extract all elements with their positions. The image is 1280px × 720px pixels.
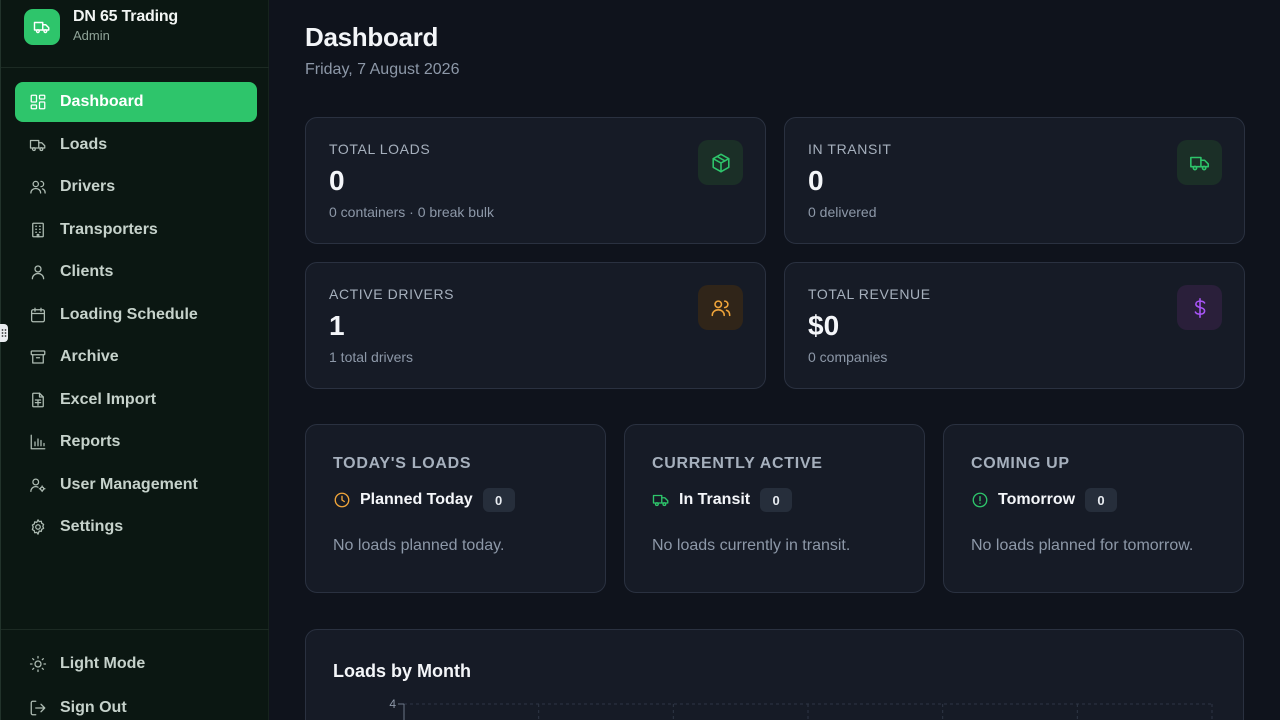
page-title: Dashboard — [305, 22, 439, 52]
stat-card-active-drivers: Active Drivers 1 1 total drivers — [305, 262, 766, 389]
panel-title: Coming Up — [971, 455, 1070, 472]
panel-summary-row: Planned Today 0 — [333, 488, 515, 512]
gear-icon — [31, 519, 45, 535]
panel-title: Currently Active — [652, 455, 823, 472]
sign-out-label: Sign Out — [60, 699, 127, 716]
brand-name: DN 65 Trading — [73, 8, 178, 25]
stat-icon-box — [1177, 285, 1222, 330]
panel-row-label: In Transit — [679, 491, 751, 508]
sidebar-item-label: Reports — [60, 433, 121, 450]
sidebar-item-drivers[interactable]: Drivers — [15, 167, 257, 207]
bar-chart-icon — [30, 434, 46, 450]
archive-icon — [30, 350, 46, 364]
loads-by-month-chart: 4 — [389, 697, 1213, 720]
chart-y-tick-label: 4 — [389, 697, 396, 711]
sidebar-item-settings[interactable]: Settings — [15, 507, 257, 547]
stat-label: Active Drivers — [329, 286, 455, 302]
sun-icon — [29, 655, 47, 673]
users-icon — [711, 299, 730, 316]
sidebar-item-loading-schedule[interactable]: Loading Schedule — [15, 295, 257, 335]
sidebar-item-label: Clients — [60, 263, 114, 280]
truck-icon — [33, 21, 50, 34]
sidebar-item-label: Loading Schedule — [60, 305, 198, 323]
truck-icon — [29, 139, 46, 151]
user-cog-icon — [30, 478, 46, 492]
user-icon — [31, 265, 45, 280]
dollar-icon — [1194, 297, 1205, 318]
alert-circle-icon — [972, 492, 988, 508]
sidebar-item-archive[interactable]: Archive — [15, 337, 257, 377]
building-icon — [32, 222, 44, 237]
panel-row-label: Planned Today — [360, 491, 473, 508]
sidebar-item-label: Loads — [60, 135, 108, 153]
stat-value: 0 — [808, 165, 824, 196]
sidebar-item-clients[interactable]: Clients — [15, 252, 257, 292]
empty-state-text: No loads currently in transit. — [652, 537, 851, 554]
sidebar-item-loads[interactable]: Loads — [15, 125, 257, 165]
clock-icon — [334, 492, 350, 508]
panel-todays-loads: Today's Loads Planned Today 0 No loads p… — [305, 424, 606, 593]
sidebar-item-user-management[interactable]: User Management — [15, 465, 257, 505]
sidebar: DN 65 Trading Admin Dashboard Loads Driv… — [0, 0, 269, 720]
sidebar-item-label: Excel Import — [60, 390, 157, 408]
stat-label: In Transit — [808, 141, 892, 157]
panel-currently-active: Currently Active In Transit 0 No loads c… — [624, 424, 925, 593]
sidebar-item-label: Dashboard — [60, 93, 144, 110]
sidebar-nav: Dashboard Loads Drivers Transporters Cli… — [15, 82, 257, 550]
stat-subtext: 0 containers · 0 break bulk — [329, 204, 494, 220]
empty-state-text: No loads planned today. — [333, 537, 505, 554]
panel-title: Today's Loads — [333, 455, 472, 472]
sidebar-resize-handle[interactable] — [0, 324, 8, 342]
sidebar-item-reports[interactable]: Reports — [15, 422, 257, 462]
stat-card-in-transit: In Transit 0 0 delivered — [784, 117, 1245, 244]
stat-icon-box — [1177, 140, 1222, 185]
page-date: Friday, 7 August 2026 — [305, 61, 460, 78]
count-badge: 0 — [1085, 488, 1118, 512]
stat-label: Total Loads — [329, 141, 431, 157]
brand-header: DN 65 Trading Admin — [1, 0, 269, 68]
stat-label: Total Revenue — [808, 286, 931, 302]
truck-icon — [1189, 156, 1209, 170]
light-mode-toggle[interactable]: Light Mode — [29, 655, 145, 673]
users-icon — [30, 180, 46, 194]
stat-value: 1 — [329, 310, 345, 341]
sidebar-item-label: Transporters — [60, 220, 158, 238]
sidebar-item-excel-import[interactable]: Excel Import — [15, 380, 257, 420]
chart-card-loads-by-month: Loads by Month 4 — [305, 629, 1244, 720]
package-icon — [711, 153, 730, 172]
sidebar-item-label: Archive — [60, 348, 119, 365]
grip-icon — [1, 329, 7, 337]
sidebar-footer: Light Mode Sign Out — [1, 629, 269, 720]
stat-icon-box — [698, 285, 743, 330]
sidebar-item-label: Drivers — [60, 178, 116, 195]
stat-subtext: 0 companies — [808, 349, 888, 365]
dashboard-icon — [30, 94, 46, 110]
stat-subtext: 1 total drivers — [329, 349, 414, 365]
sidebar-item-transporters[interactable]: Transporters — [15, 210, 257, 250]
count-badge: 0 — [482, 488, 515, 512]
log-out-icon — [30, 700, 46, 716]
sign-out-button[interactable]: Sign Out — [29, 699, 127, 717]
sidebar-item-dashboard[interactable]: Dashboard — [15, 82, 257, 122]
stat-value: 0 — [329, 165, 345, 196]
file-spreadsheet-icon — [32, 392, 44, 407]
panel-coming-up: Coming Up Tomorrow 0 No loads planned fo… — [943, 424, 1244, 593]
panel-summary-row: Tomorrow 0 — [971, 488, 1118, 512]
brand-role: Admin — [73, 28, 110, 43]
stat-card-total-loads: Total Loads 0 0 containers · 0 break bul… — [305, 117, 766, 244]
brand-logo — [24, 9, 60, 45]
sidebar-item-label: User Management — [60, 475, 198, 493]
truck-icon — [652, 494, 669, 507]
calendar-icon — [30, 307, 46, 322]
empty-state-text: No loads planned for tomorrow. — [971, 537, 1194, 554]
stat-value: $0 — [808, 310, 840, 341]
sidebar-item-label: Settings — [60, 518, 124, 535]
light-mode-label: Light Mode — [60, 655, 146, 672]
panel-row-label: Tomorrow — [998, 491, 1076, 508]
stat-icon-box — [698, 140, 743, 185]
stat-subtext: 0 delivered — [808, 204, 877, 220]
count-badge: 0 — [760, 488, 793, 512]
panel-summary-row: In Transit 0 — [652, 488, 793, 512]
stat-card-total-revenue: Total Revenue $0 0 companies — [784, 262, 1245, 389]
